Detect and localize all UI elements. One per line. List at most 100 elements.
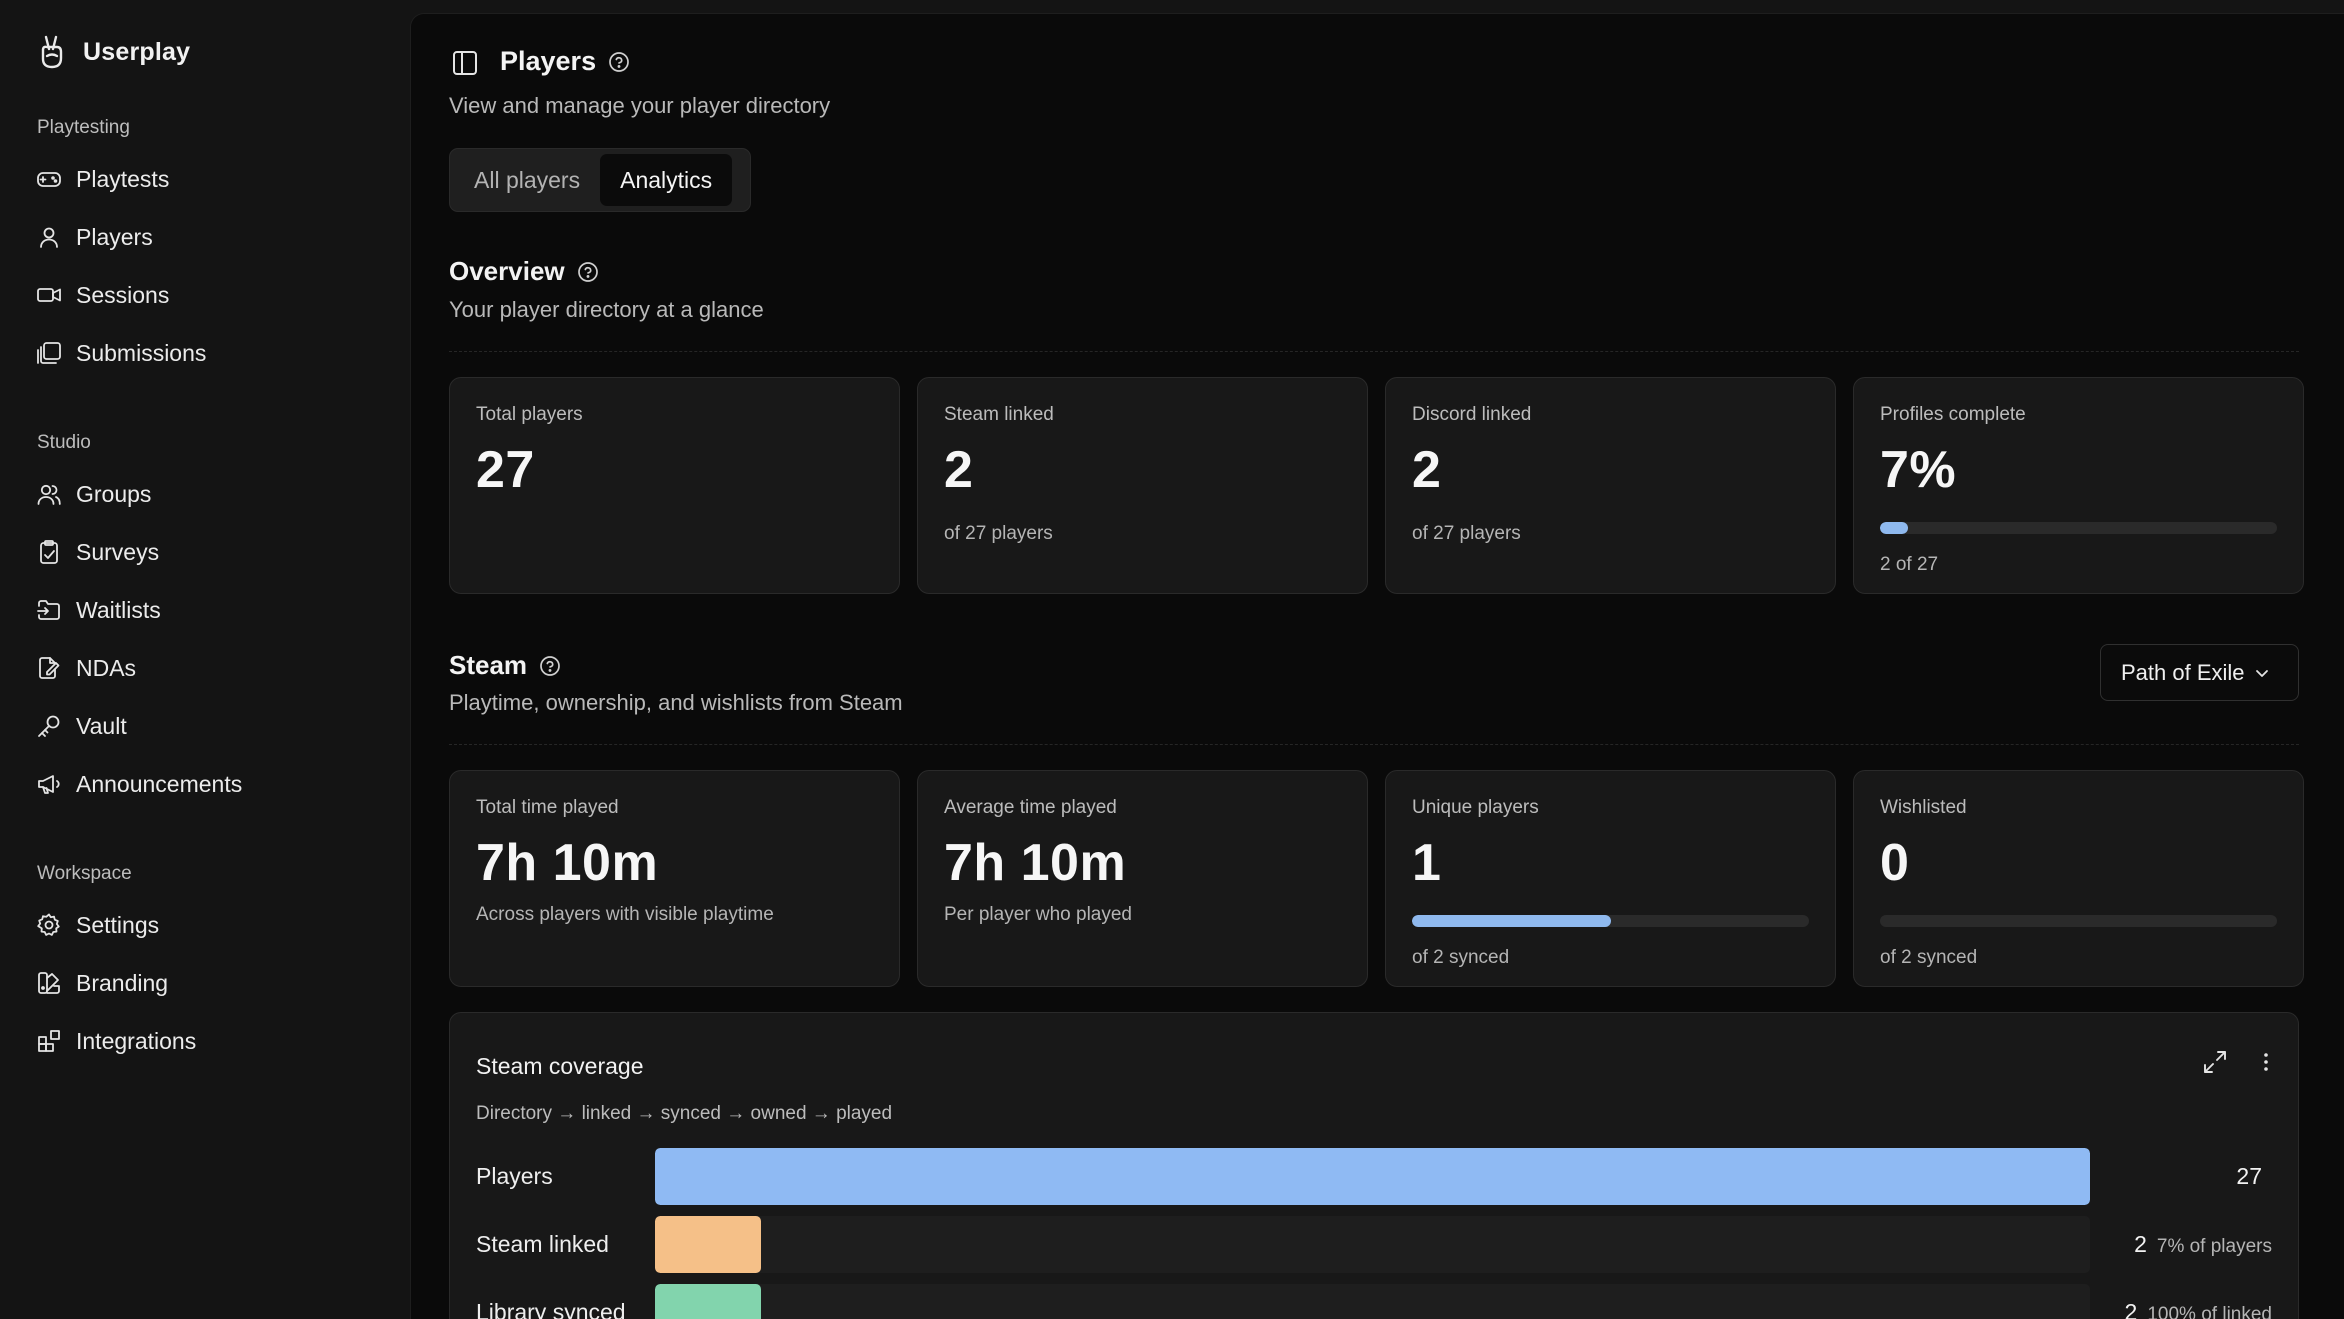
coverage-subtitle: Directory → linked → synced → owned → pl… — [476, 1103, 893, 1124]
sidebar-item-groups[interactable]: Groups — [30, 471, 390, 517]
sidebar-item-integrations[interactable]: Integrations — [30, 1018, 390, 1064]
sidebar: Userplay Playtesting Playtests Players S… — [0, 0, 410, 1319]
sidebar-toggle-icon[interactable] — [450, 48, 480, 78]
stat-note: of 27 players — [1412, 523, 1521, 544]
steam-coverage-card: Steam coverage Directory → linked → sync… — [449, 1012, 2299, 1319]
page-title-row: Players — [500, 46, 630, 77]
help-icon[interactable] — [608, 51, 630, 73]
stat-label: Discord linked — [1412, 404, 1532, 425]
coverage-bar-track — [655, 1148, 2090, 1205]
coverage-row-stats: 2 100% of linked — [2125, 1299, 2272, 1319]
help-icon[interactable] — [539, 655, 561, 677]
palette-icon — [38, 972, 60, 994]
sidebar-item-label: Sessions — [76, 281, 170, 308]
video-camera-icon — [37, 288, 61, 302]
stat-label: Wishlisted — [1880, 797, 1967, 818]
more-vertical-icon[interactable] — [2251, 1047, 2281, 1077]
userplay-logo-icon — [41, 35, 63, 69]
sidebar-item-players[interactable]: Players — [30, 214, 390, 260]
stat-card-discord-linked: Discord linked 2 of 27 players — [1385, 377, 1836, 594]
tab-all-players[interactable]: All players — [454, 154, 600, 206]
help-icon[interactable] — [577, 261, 599, 283]
sidebar-item-branding[interactable]: Branding — [30, 960, 390, 1006]
coverage-row-label: Steam linked — [476, 1231, 609, 1257]
game-select[interactable]: Path of Exile — [2100, 644, 2299, 701]
main-panel: Players View and manage your player dire… — [410, 13, 2344, 1319]
overview-subtitle: Your player directory at a glance — [449, 297, 764, 322]
stat-value: 7% — [1880, 441, 1957, 499]
sidebar-item-label: Branding — [76, 969, 169, 996]
stat-card-total-time: Total time played 7h 10m Across players … — [449, 770, 900, 987]
coverage-bar-fill[interactable] — [655, 1284, 762, 1319]
coverage-count: 2 — [2134, 1231, 2147, 1257]
stat-card-steam-linked: Steam linked 2 of 27 players — [917, 377, 1368, 594]
progress-bar — [1412, 915, 1809, 927]
sidebar-item-label: Surveys — [76, 538, 160, 565]
stat-value: 1 — [1412, 834, 1442, 892]
nav-section-workspace: Workspace — [37, 863, 132, 884]
stat-card-wishlisted: Wishlisted 0 of 2 synced — [1853, 770, 2304, 987]
coverage-bar-track — [655, 1284, 2090, 1319]
sidebar-item-waitlists[interactable]: Waitlists — [30, 587, 390, 633]
sidebar-item-label: Waitlists — [76, 596, 161, 623]
tab-analytics[interactable]: Analytics — [600, 154, 733, 206]
stat-card-average-time: Average time played 7h 10m Per player wh… — [917, 770, 1368, 987]
stat-note: Per player who played — [944, 904, 1132, 925]
stat-note: of 2 synced — [1412, 947, 1510, 968]
steam-subtitle: Playtime, ownership, and wishlists from … — [449, 690, 903, 715]
stat-card-profiles-complete: Profiles complete 7% 2 of 27 — [1853, 377, 2304, 594]
coverage-bar-fill[interactable] — [655, 1216, 762, 1273]
brand[interactable]: Userplay — [37, 32, 190, 72]
overview-divider — [449, 351, 2299, 352]
stat-label: Steam linked — [944, 404, 1054, 425]
stat-value: 2 — [944, 441, 974, 499]
sidebar-item-vault[interactable]: Vault — [30, 703, 390, 749]
stat-value: 7h 10m — [476, 834, 659, 892]
app-root: Userplay Playtesting Playtests Players S… — [0, 0, 2344, 1319]
folder-input-icon — [37, 600, 60, 620]
megaphone-icon — [38, 775, 60, 794]
coverage-row-label: Players — [476, 1163, 553, 1189]
steam-divider — [449, 744, 2299, 745]
stat-note: of 27 players — [944, 523, 1053, 544]
stat-value: 7h 10m — [944, 834, 1127, 892]
sidebar-item-playtests[interactable]: Playtests — [30, 156, 390, 202]
sidebar-item-label: Announcements — [76, 770, 243, 797]
progress-bar — [1880, 522, 2277, 534]
key-icon — [38, 715, 60, 737]
overview-header: Overview — [449, 256, 599, 287]
stat-value: 0 — [1880, 834, 1910, 892]
coverage-bar-fill[interactable] — [655, 1148, 2090, 1205]
clipboard-icon — [40, 540, 58, 564]
blocks-icon — [38, 1030, 60, 1052]
sidebar-item-announcements[interactable]: Announcements — [30, 761, 390, 807]
nav-section-studio: Studio — [37, 432, 91, 453]
gear-icon — [37, 913, 60, 936]
sidebar-item-label: Playtests — [76, 165, 170, 192]
expand-icon[interactable] — [2200, 1047, 2230, 1077]
sidebar-item-sessions[interactable]: Sessions — [30, 272, 390, 318]
sidebar-item-submissions[interactable]: Submissions — [30, 330, 390, 376]
sidebar-item-label: Submissions — [76, 339, 207, 366]
sidebar-item-settings[interactable]: Settings — [30, 902, 390, 948]
coverage-percent: 7% of players — [2156, 1236, 2272, 1257]
coverage-row-stats: 27 — [2236, 1163, 2272, 1190]
page-title: Players — [500, 46, 597, 76]
chevron-down-icon — [2255, 669, 2268, 677]
stat-label: Profiles complete — [1880, 404, 2026, 425]
sidebar-item-surveys[interactable]: Surveys — [30, 529, 390, 575]
view-tabs: All players Analytics — [449, 148, 751, 212]
gamepad-icon — [37, 172, 61, 187]
coverage-bar-track — [655, 1216, 2090, 1273]
stat-label: Average time played — [944, 797, 1117, 818]
steam-header: Steam — [449, 650, 561, 681]
sidebar-item-label: Integrations — [76, 1027, 197, 1054]
coverage-percent: 100% of linked — [2147, 1304, 2272, 1319]
sidebar-item-ndas[interactable]: NDAs — [30, 645, 390, 691]
stat-card-total-players: Total players 27 — [449, 377, 900, 594]
users-icon — [37, 484, 61, 505]
stat-note: of 2 synced — [1880, 947, 1978, 968]
overview-title: Overview — [449, 256, 565, 286]
coverage-title: Steam coverage — [476, 1053, 644, 1079]
stat-label: Total players — [476, 404, 583, 425]
